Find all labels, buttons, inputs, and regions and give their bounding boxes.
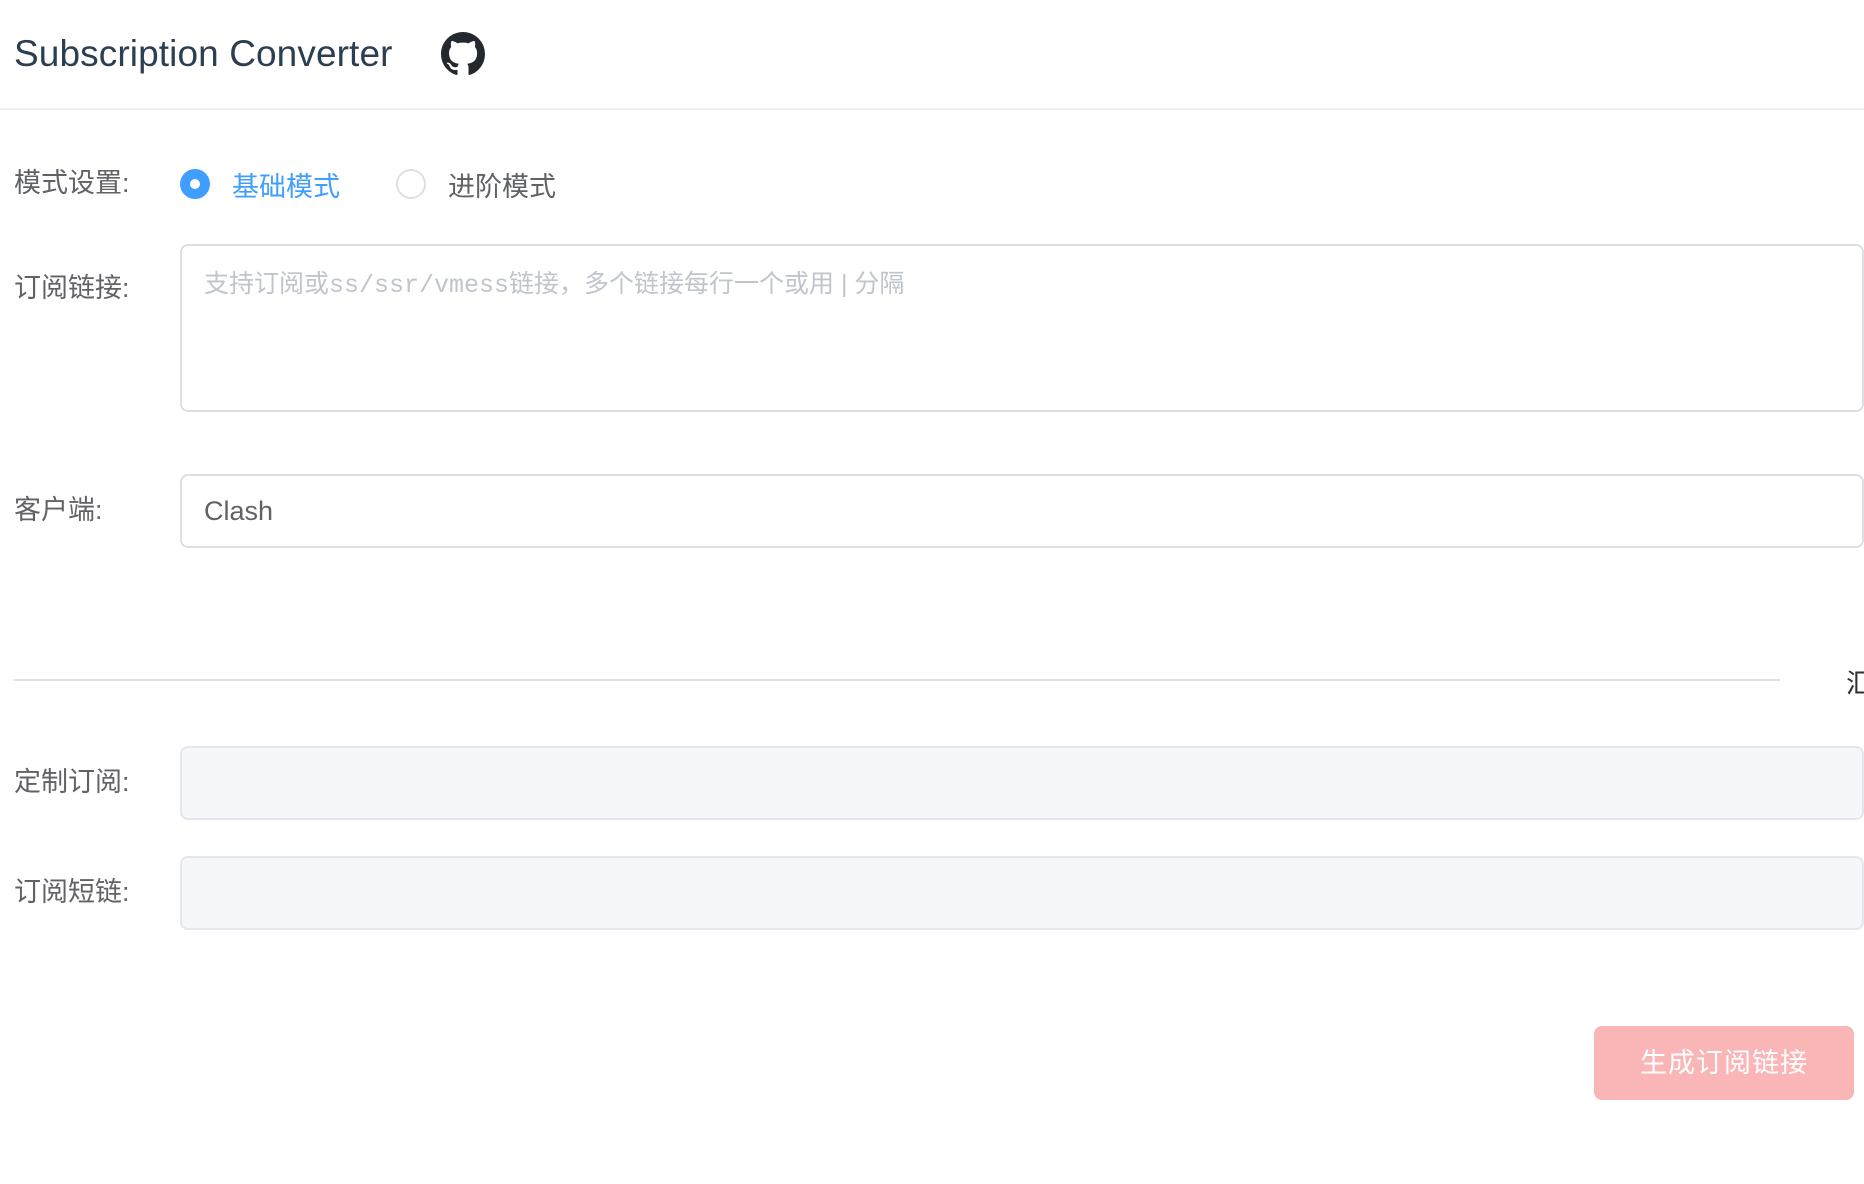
divider-label: 汇 bbox=[1846, 669, 1864, 699]
client-select[interactable]: Clash bbox=[180, 474, 1864, 548]
client-label: 客户端: bbox=[14, 495, 103, 526]
radio-advanced-mode-label: 进阶模式 bbox=[448, 171, 556, 202]
short-link-input[interactable] bbox=[180, 856, 1864, 930]
radio-mark-icon bbox=[396, 169, 426, 199]
radio-advanced-mode[interactable]: 进阶模式 bbox=[396, 165, 556, 204]
form-row-short-link: 订阅短链: bbox=[0, 856, 1864, 930]
section-divider: 汇 bbox=[0, 658, 1864, 702]
subscription-links-input[interactable]: 支持订阅或ss/ssr/vmess链接，多个链接每行一个或用 | 分隔 bbox=[180, 244, 1864, 412]
radio-basic-mode[interactable]: 基础模式 bbox=[180, 165, 340, 204]
placeholder-part-1: 支持订阅或 bbox=[204, 270, 330, 298]
radio-mark-icon bbox=[180, 169, 210, 199]
subscription-links-label: 订阅链接: bbox=[14, 273, 130, 303]
custom-subscription-input[interactable] bbox=[180, 746, 1864, 820]
custom-subscription-label: 定制订阅: bbox=[14, 767, 130, 798]
placeholder-part-3: 链接，多个链接每行一个或用 | 分隔 bbox=[509, 270, 905, 298]
app-header: Subscription Converter bbox=[0, 0, 1864, 110]
form-row-client: 客户端: Clash bbox=[0, 474, 1864, 548]
form-row-mode: 模式设置: 基础模式 进阶模式 bbox=[0, 138, 1864, 230]
divider-line bbox=[14, 679, 1780, 681]
app-root: Subscription Converter 模式设置: 基础模式 进阶模式 订… bbox=[0, 0, 1864, 1184]
placeholder-part-2: ss/ssr/vmess bbox=[329, 271, 510, 300]
mode-radio-group: 基础模式 进阶模式 bbox=[180, 165, 1864, 204]
form-footer: 生成订阅链接 bbox=[0, 1026, 1864, 1100]
page-title: Subscription Converter bbox=[14, 33, 393, 74]
short-link-label: 订阅短链: bbox=[14, 877, 130, 908]
generate-subscription-link-button[interactable]: 生成订阅链接 bbox=[1594, 1026, 1854, 1100]
radio-basic-mode-label: 基础模式 bbox=[232, 171, 340, 202]
mode-label: 模式设置: bbox=[14, 168, 130, 199]
github-icon[interactable] bbox=[440, 32, 485, 76]
converter-form: 模式设置: 基础模式 进阶模式 订阅链接: 支持订阅或ss/ssr/vmess链… bbox=[0, 110, 1864, 1100]
form-row-custom-subscription: 定制订阅: bbox=[0, 746, 1864, 820]
client-select-value: Clash bbox=[204, 495, 274, 526]
form-row-subscription-links: 订阅链接: 支持订阅或ss/ssr/vmess链接，多个链接每行一个或用 | 分… bbox=[0, 244, 1864, 412]
